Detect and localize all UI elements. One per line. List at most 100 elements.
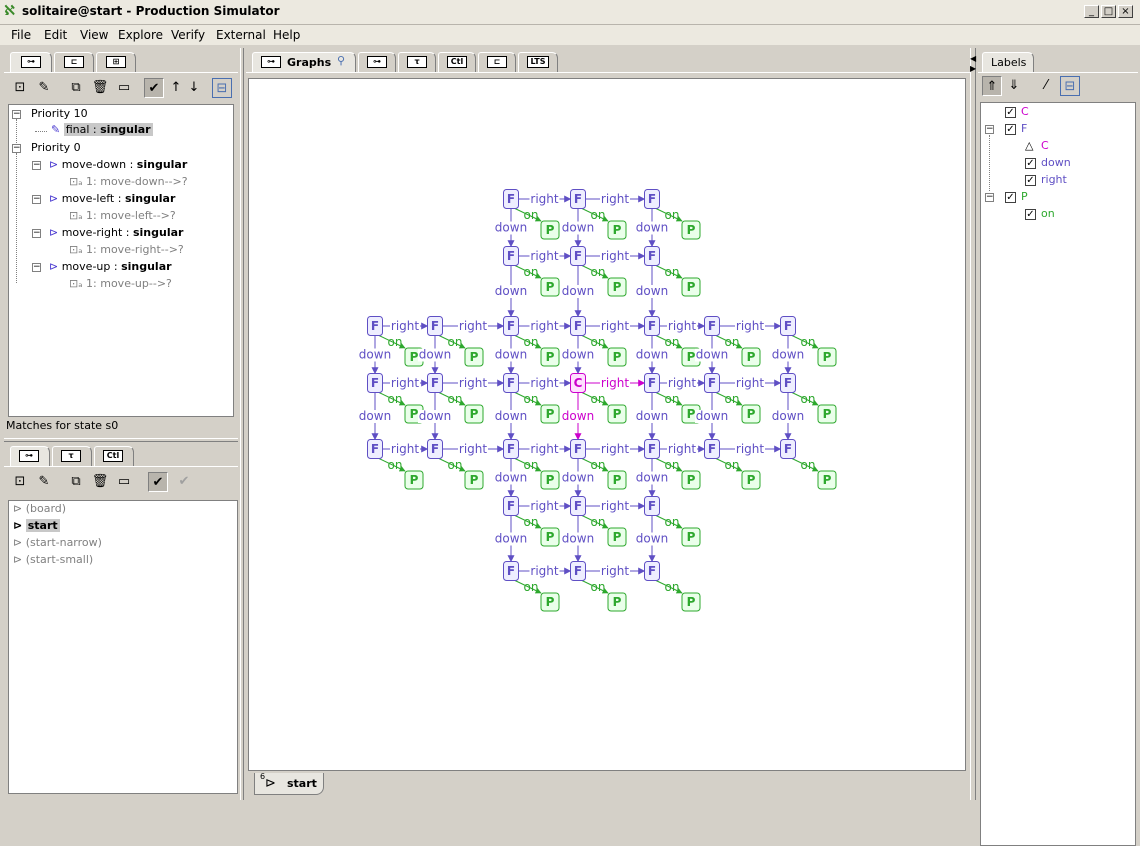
copy-icon[interactable]: ⧉	[66, 78, 86, 98]
edge-label-right[interactable]: right	[601, 442, 629, 456]
edge-label-down[interactable]: down	[772, 409, 804, 423]
node-label-f[interactable]: F	[574, 499, 582, 513]
edge-label-down[interactable]: down	[636, 532, 668, 546]
collapse-right-icon[interactable]: ▶	[970, 64, 976, 73]
label-c-super[interactable]: C	[1041, 139, 1049, 155]
move-down-icon[interactable]: ↓	[184, 78, 204, 98]
node-label-f[interactable]: F	[708, 319, 716, 333]
edge-label-right[interactable]: right	[601, 499, 629, 513]
node-label-p[interactable]: P	[546, 595, 555, 609]
tab-control[interactable]: Ctl	[94, 446, 134, 466]
rule-match[interactable]: ⊡ₐ 1: move-left-->?	[69, 209, 176, 225]
node-label-f[interactable]: F	[507, 442, 515, 456]
edge-label-down[interactable]: down	[562, 471, 594, 485]
node-label-p[interactable]: P	[687, 530, 696, 544]
edge-label-on[interactable]: on	[591, 580, 606, 594]
tab-start[interactable]: 6 ⊳ start	[254, 772, 324, 795]
menu-help[interactable]: Help	[273, 28, 300, 42]
node-label-p[interactable]: P	[613, 280, 622, 294]
label-on[interactable]: on	[1041, 207, 1055, 223]
label-p[interactable]: P	[1021, 190, 1028, 206]
edge-label-down[interactable]: down	[636, 409, 668, 423]
edge-label-right[interactable]: right	[530, 192, 558, 206]
node-label-c[interactable]: C	[574, 376, 583, 390]
node-label-f[interactable]: F	[507, 564, 515, 578]
node-label-p[interactable]: P	[613, 595, 622, 609]
edge-label-down[interactable]: down	[772, 348, 804, 362]
edge-label-on[interactable]: on	[665, 515, 680, 529]
enable-icon[interactable]: ✔	[144, 78, 164, 98]
checkbox[interactable]: ✓	[1005, 192, 1016, 203]
edge-label-down[interactable]: down	[419, 409, 451, 423]
node-label-f[interactable]: F	[708, 376, 716, 390]
node-label-p[interactable]: P	[747, 350, 756, 364]
label-down[interactable]: down	[1041, 156, 1071, 172]
expand-icon[interactable]: −	[32, 263, 41, 272]
node-label-f[interactable]: F	[431, 319, 439, 333]
minimize-button[interactable]: _	[1084, 5, 1099, 18]
edge-label-on[interactable]: on	[665, 265, 680, 279]
edge-label-on[interactable]: on	[524, 458, 539, 472]
node-label-p[interactable]: P	[410, 473, 419, 487]
subtype-icon[interactable]: ⇓	[1004, 76, 1024, 96]
tab-prolog-view[interactable]: ⊏	[478, 52, 516, 72]
edge-label-on[interactable]: on	[665, 392, 680, 406]
edge-label-on[interactable]: on	[524, 392, 539, 406]
edge-label-right[interactable]: right	[601, 249, 629, 263]
node-label-p[interactable]: P	[687, 473, 696, 487]
node-label-f[interactable]: F	[648, 192, 656, 206]
edge-label-down[interactable]: down	[636, 471, 668, 485]
edge-label-down[interactable]: down	[495, 284, 527, 298]
node-label-f[interactable]: F	[507, 192, 515, 206]
tab-states[interactable]: ⊏	[54, 52, 94, 72]
edge-label-on[interactable]: on	[725, 335, 740, 349]
edge-label-on[interactable]: on	[388, 392, 403, 406]
label-c[interactable]: C	[1021, 105, 1029, 121]
tab-type-view[interactable]: τ	[398, 52, 436, 72]
copy-icon[interactable]: ⧉	[66, 472, 86, 492]
node-label-f[interactable]: F	[431, 442, 439, 456]
edge-label-on[interactable]: on	[801, 335, 816, 349]
expand-icon[interactable]: −	[32, 229, 41, 238]
checkbox[interactable]: ✓	[1005, 124, 1016, 135]
node-label-f[interactable]: F	[648, 564, 656, 578]
splitter[interactable]	[240, 48, 244, 800]
edge-label-on[interactable]: on	[448, 392, 463, 406]
graph-item-start-small[interactable]: ⊳ (start-small)	[13, 553, 93, 569]
label-right[interactable]: right	[1041, 173, 1067, 189]
node-label-p[interactable]: P	[410, 407, 419, 421]
edge-label-on[interactable]: on	[591, 335, 606, 349]
maximize-button[interactable]: □	[1101, 5, 1116, 18]
edge-label-right[interactable]: right	[530, 249, 558, 263]
node-label-f[interactable]: F	[648, 319, 656, 333]
node-label-f[interactable]: F	[507, 249, 515, 263]
rule-move-left[interactable]: ⊳ move-left : singular	[49, 192, 175, 208]
node-label-p[interactable]: P	[687, 595, 696, 609]
rule-match[interactable]: ⊡ₐ 1: move-down-->?	[69, 175, 188, 191]
edge-label-down[interactable]: down	[562, 409, 594, 423]
node-label-f[interactable]: F	[507, 319, 515, 333]
edge-label-down[interactable]: down	[636, 284, 668, 298]
menu-edit[interactable]: Edit	[44, 28, 67, 42]
edge-label-down[interactable]: down	[562, 284, 594, 298]
edge-label-right[interactable]: right	[601, 564, 629, 578]
graph-canvas[interactable]: right down on Pright down on Pdown on Pright down…	[248, 78, 966, 771]
checkbox[interactable]: ✓	[1025, 209, 1036, 220]
node-label-p[interactable]: P	[823, 350, 832, 364]
graph-svg[interactable]: rightdownonPrightdownonP downonPrightdown…	[249, 79, 965, 770]
menu-external[interactable]: External	[216, 28, 266, 42]
edge-label-right[interactable]: right	[668, 319, 696, 333]
rule-match[interactable]: ⊡ₐ 1: move-right-->?	[69, 243, 184, 259]
node-label-p[interactable]: P	[546, 223, 555, 237]
edge-label-right[interactable]: right	[601, 192, 629, 206]
tab-rules[interactable]: ⊶	[10, 52, 52, 72]
menu-file[interactable]: File	[11, 28, 31, 42]
edge-label-on[interactable]: on	[665, 208, 680, 222]
priority-10[interactable]: Priority 10	[31, 107, 88, 123]
node-label-f[interactable]: F	[648, 499, 656, 513]
rule-move-up[interactable]: ⊳ move-up : singular	[49, 260, 172, 276]
edge-label-right[interactable]: right	[736, 376, 764, 390]
node-label-f[interactable]: F	[574, 442, 582, 456]
edge-label-on[interactable]: on	[725, 392, 740, 406]
edge-label-down[interactable]: down	[696, 348, 728, 362]
